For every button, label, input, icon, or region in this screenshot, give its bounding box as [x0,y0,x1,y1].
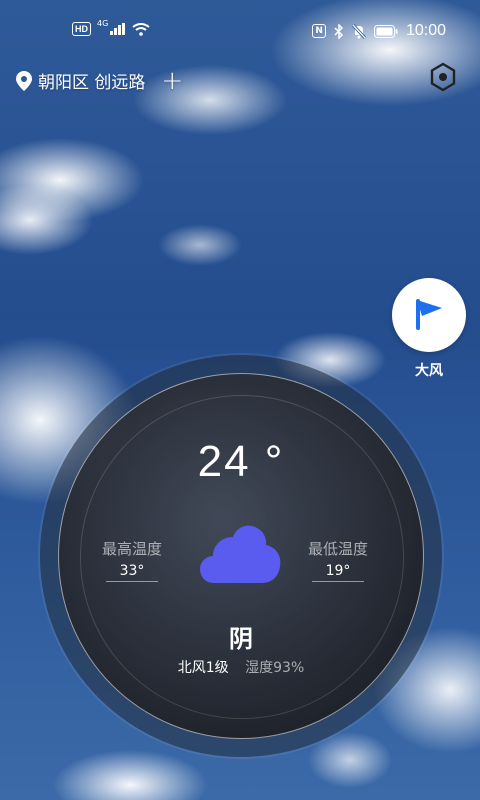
weather-dial: 24 ° 最高温度 33° 最低温度 19° 阴 北风1级 湿度93% [40,355,442,757]
wifi-icon [132,22,150,36]
add-city-button[interactable]: + [161,68,183,94]
bluetooth-icon [334,23,344,39]
location-pin-icon [16,70,32,91]
location-header[interactable]: 朝阳区 创远路 + [16,68,183,94]
alert-label: 大风 [415,363,443,379]
settings-hexagon-icon[interactable] [428,62,458,92]
current-temperature: 24 ° [197,437,285,486]
max-temp-value: 33° [105,563,159,582]
cloud-icon [200,525,281,583]
network-type: 4G [97,18,109,28]
max-temperature: 最高温度 33° [102,538,162,582]
battery-icon [373,24,398,38]
location-name[interactable]: 朝阳区 创远路 [38,68,145,93]
nfc-icon: N [312,24,326,38]
weather-details: 北风1级 湿度93% [40,657,442,677]
min-temp-label: 最低温度 [308,540,369,558]
mute-icon [351,23,366,39]
flag-icon [416,299,442,330]
weather-condition: 阴 [229,625,253,653]
weather-alert[interactable]: 大风 [390,278,468,380]
alert-badge[interactable] [392,278,466,352]
min-temperature: 最低温度 19° [308,538,368,582]
status-left: HD 4G [72,18,150,36]
clock-time: 10:00 [405,22,446,39]
signal-icon [110,23,126,35]
wind-info: 北风1级 [177,660,229,676]
humidity-info: 湿度93% [245,660,305,676]
max-temp-label: 最高温度 [102,540,163,558]
status-bar: HD 4G N 10:00 [0,0,480,60]
hd-icon: HD [72,22,91,36]
min-temp-value: 19° [311,563,365,582]
status-right: N 10:00 [312,22,446,40]
